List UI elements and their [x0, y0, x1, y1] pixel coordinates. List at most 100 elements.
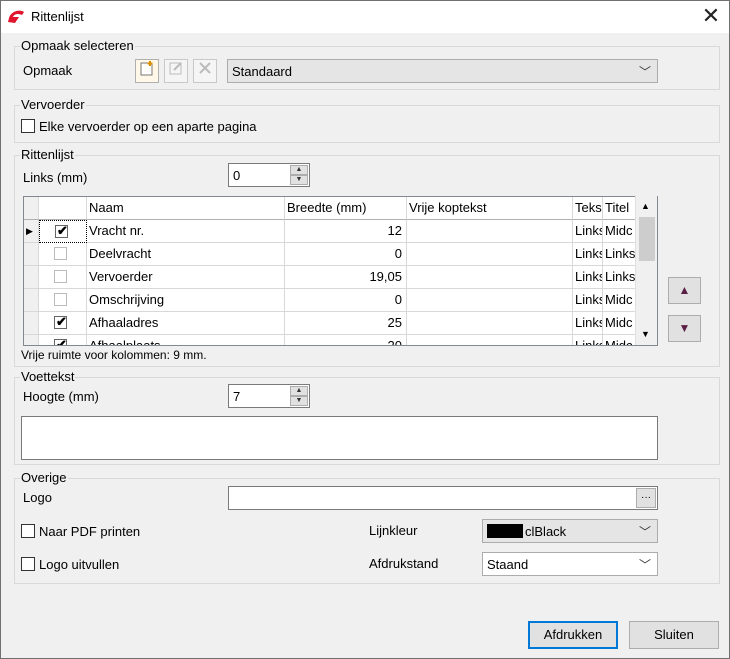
table-row-naam[interactable]: Deelvracht — [87, 243, 285, 266]
table-row-tekst[interactable]: Links — [573, 335, 603, 345]
footer-text-area[interactable] — [21, 416, 658, 460]
table-row-koptekst[interactable] — [407, 312, 573, 335]
scroll-thumb[interactable] — [639, 217, 655, 261]
orientation-label: Afdrukstand — [369, 556, 439, 571]
arrow-up-icon: ▲ — [678, 283, 691, 297]
table-row-checkbox-cell[interactable] — [39, 266, 87, 289]
table-row-titel[interactable]: Midc — [603, 220, 636, 243]
table-row-titel[interactable]: Links — [603, 243, 636, 266]
table-row-naam[interactable]: Afhaalplaats — [87, 335, 285, 345]
layout-select-value: Standaard — [232, 64, 292, 79]
row-indicator — [24, 243, 39, 266]
table-row-naam[interactable]: Omschrijving — [87, 289, 285, 312]
table-row-checkbox-cell[interactable] — [39, 243, 87, 266]
footer-height-label: Hoogte (mm) — [23, 389, 99, 404]
table-row-koptekst[interactable] — [407, 243, 573, 266]
table-row-tekst[interactable]: Links — [573, 243, 603, 266]
table-row-koptekst[interactable] — [407, 335, 573, 345]
table-row-breedte[interactable]: 0 — [285, 289, 407, 312]
pdf-print-label: Naar PDF printen — [39, 524, 141, 539]
table-row-titel[interactable]: Midc — [603, 289, 636, 312]
separate-page-checkbox[interactable] — [21, 119, 35, 133]
layout-label: Opmaak — [23, 63, 73, 78]
dialog-window: Rittenlijst ✕ Opmaak selecteren Opmaak S… — [0, 0, 730, 659]
scroll-up-icon[interactable]: ▲ — [641, 201, 650, 211]
table-row-checkbox-cell[interactable]: ✔ — [39, 312, 87, 335]
table-row-koptekst[interactable] — [407, 220, 573, 243]
row-checkbox[interactable] — [54, 293, 67, 306]
table-row-titel[interactable]: Midc — [603, 312, 636, 335]
grid-header-titel[interactable]: Titel — [603, 197, 636, 220]
table-row-breedte[interactable]: 25 — [285, 312, 407, 335]
grid-header-indicator — [24, 197, 39, 220]
print-button[interactable]: Afdrukken — [528, 621, 618, 649]
row-checkbox[interactable] — [54, 270, 67, 283]
grid-header-koptekst[interactable]: Vrije koptekst — [407, 197, 573, 220]
table-row-koptekst[interactable] — [407, 289, 573, 312]
title-bar: Rittenlijst ✕ — [1, 1, 729, 33]
grid-header-breedte[interactable]: Breedte (mm) — [285, 197, 407, 220]
table-row-naam[interactable]: Afhaaladres — [87, 312, 285, 335]
columns-grid[interactable]: Naam Breedte (mm) Vrije koptekst Teks Ti… — [23, 196, 658, 346]
close-window-button[interactable]: ✕ — [697, 3, 725, 31]
window-title: Rittenlijst — [31, 9, 84, 24]
table-row-tekst[interactable]: Links — [573, 220, 603, 243]
color-swatch — [487, 524, 523, 538]
spin-up-icon[interactable]: ▲ — [290, 165, 308, 175]
scroll-down-icon[interactable]: ▼ — [641, 329, 650, 339]
table-row-checkbox-cell[interactable]: ✔ — [39, 220, 87, 243]
logo-fill-checkbox[interactable] — [21, 557, 35, 571]
move-up-button[interactable]: ▲ — [668, 277, 701, 304]
delete-layout-icon[interactable] — [193, 59, 217, 83]
other-group-label: Overige — [20, 470, 68, 485]
arrow-down-icon: ▼ — [678, 321, 691, 335]
row-checkbox[interactable] — [54, 247, 67, 260]
move-down-button[interactable]: ▼ — [668, 315, 701, 342]
close-button[interactable]: Sluiten — [629, 621, 719, 649]
table-row-naam[interactable]: Vervoerder — [87, 266, 285, 289]
footer-height-spinner[interactable]: 7 ▲ ▼ — [228, 384, 310, 408]
layout-select[interactable]: Standaard ﹀ — [227, 59, 658, 83]
row-checkbox[interactable]: ✔ — [54, 314, 67, 329]
logo-path-input[interactable]: ··· — [228, 486, 658, 510]
table-row-titel[interactable]: Midc — [603, 335, 636, 345]
table-row-breedte[interactable]: 20 — [285, 335, 407, 345]
browse-button[interactable]: ··· — [636, 488, 656, 508]
app-logo-icon — [8, 10, 24, 23]
line-color-value: clBlack — [525, 524, 567, 539]
grid-header-check — [39, 197, 87, 220]
table-row-tekst[interactable]: Links — [573, 312, 603, 335]
table-row-breedte[interactable]: 0 — [285, 243, 407, 266]
table-row-tekst[interactable]: Links — [573, 289, 603, 312]
pdf-print-checkbox[interactable] — [21, 524, 35, 538]
table-row-checkbox-cell[interactable]: ✔ — [39, 335, 87, 345]
chevron-down-icon: ﹀ — [638, 558, 651, 572]
table-row-titel[interactable]: Links — [603, 266, 636, 289]
row-checkbox[interactable]: ✔ — [54, 337, 67, 345]
orientation-select[interactable]: Staand ﹀ — [482, 552, 658, 576]
table-row-breedte[interactable]: 12 — [285, 220, 407, 243]
line-color-label: Lijnkleur — [369, 523, 418, 538]
row-checkbox[interactable]: ✔ — [55, 223, 68, 238]
left-margin-spinner[interactable]: 0 ▲ ▼ — [228, 163, 310, 187]
spin-up-icon[interactable]: ▲ — [290, 386, 308, 396]
spin-down-icon[interactable]: ▼ — [290, 175, 308, 185]
footer-group-label: Voettekst — [20, 369, 76, 384]
grid-header-tekst[interactable]: Teks — [573, 197, 603, 220]
edit-layout-icon[interactable] — [164, 59, 188, 83]
grid-header-naam[interactable]: Naam — [87, 197, 285, 220]
line-color-select[interactable]: clBlack ﹀ — [482, 519, 658, 543]
grid-scrollbar[interactable]: ▲ ▼ — [635, 195, 657, 345]
table-row-koptekst[interactable] — [407, 266, 573, 289]
spin-down-icon[interactable]: ▼ — [290, 396, 308, 406]
table-row-naam[interactable]: Vracht nr. — [87, 220, 285, 243]
row-indicator — [24, 335, 39, 345]
new-layout-icon[interactable] — [135, 59, 159, 83]
row-indicator — [24, 289, 39, 312]
left-margin-label: Links (mm) — [23, 170, 88, 185]
orientation-value: Staand — [487, 557, 529, 572]
table-row-breedte[interactable]: 19,05 — [285, 266, 407, 289]
trip-list-group-label: Rittenlijst — [20, 147, 75, 162]
table-row-checkbox-cell[interactable] — [39, 289, 87, 312]
table-row-tekst[interactable]: Links — [573, 266, 603, 289]
